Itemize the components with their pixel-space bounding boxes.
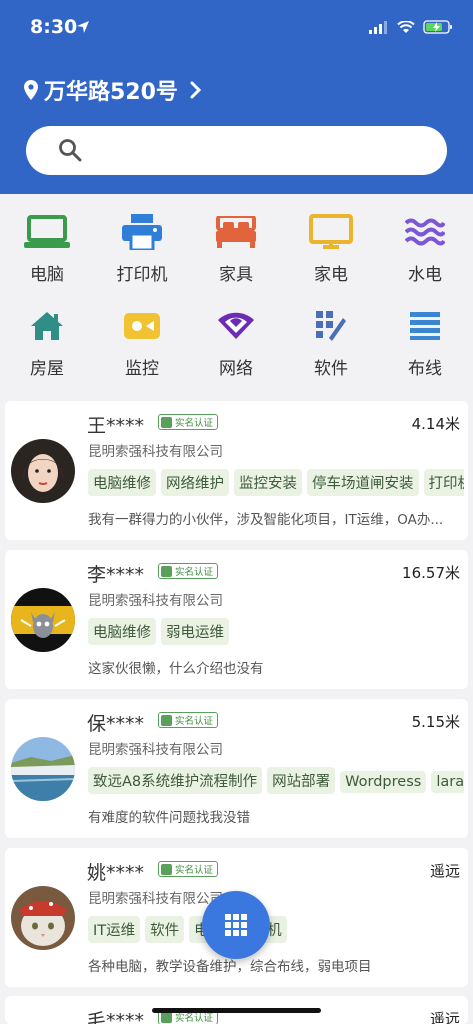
wifi-status-icon — [397, 20, 415, 33]
category-label: 网络 — [219, 359, 253, 379]
cellular-signal-icon — [369, 20, 387, 34]
category-label: 打印机 — [116, 265, 168, 285]
category-label: 软件 — [314, 359, 348, 379]
provider-name: 姚**** — [87, 862, 145, 884]
category-label: 布线 — [408, 359, 442, 379]
provider-distance: 遥远 — [429, 862, 460, 880]
avatar — [11, 886, 75, 950]
provider-description: 这家伙很懒，什么介绍也没有 — [88, 661, 264, 677]
category-label: 家具 — [219, 265, 253, 285]
provider-description: 我有一群得力的小伙伴，涉及智能化项目，IT运维，OA办... — [88, 512, 444, 528]
avatar — [11, 737, 75, 801]
skill-tag: IT运维 — [88, 916, 141, 943]
search-bar[interactable] — [26, 126, 447, 175]
category-label: 房屋 — [30, 359, 64, 379]
provider-card[interactable]: 李**** 实名认证 16.57米 昆明索强科技有限公司 电脑维修 弱电运维 这家… — [5, 550, 468, 689]
category-appliances[interactable]: 家电 — [284, 212, 378, 285]
chevron-right-icon — [190, 81, 202, 99]
water-icon — [405, 218, 445, 246]
category-software[interactable]: 软件 — [284, 306, 378, 379]
printer-icon — [122, 214, 162, 250]
status-time: 8:30 — [30, 16, 78, 38]
skill-tags: 电脑维修网络维护监控安装停车场道闸安装打印机 — [88, 469, 464, 497]
id-card-icon — [161, 565, 172, 577]
provider-company: 昆明索强科技有限公司 — [88, 444, 223, 460]
map-pin-icon — [24, 80, 38, 100]
provider-distance: 5.15米 — [411, 713, 460, 731]
house-icon — [31, 312, 63, 340]
home-indicator[interactable] — [152, 1008, 321, 1013]
wifi-icon — [218, 312, 254, 339]
category-house[interactable]: 房屋 — [0, 306, 94, 379]
id-card-icon — [161, 1011, 172, 1023]
provider-distance: 4.14米 — [411, 415, 460, 433]
id-card-icon — [161, 863, 172, 875]
provider-name: 王**** — [87, 415, 145, 437]
location-selector[interactable]: 万华路520号 — [24, 74, 202, 106]
provider-card[interactable]: 王**** 实名认证 4.14米 昆明索强科技有限公司 电脑维修 网络维护 监控安装… — [5, 401, 468, 540]
skill-tag: 监控安装 — [234, 469, 302, 496]
category-label: 家电 — [314, 265, 348, 285]
skill-tag: 电脑维修 — [88, 618, 156, 645]
provider-company: 昆明索强科技有限公司 — [88, 891, 223, 907]
tv-icon — [309, 214, 353, 249]
provider-description: 各种电脑，教学设备维护，综合布线，弱电项目 — [88, 959, 372, 975]
skill-tag: 网站部署 — [267, 767, 336, 794]
skill-tags: 致远A8系统维护流程制作网站部署Wordpresslaravel — [88, 767, 464, 795]
verified-badge: 实名认证 — [158, 712, 219, 728]
software-icon — [316, 311, 346, 341]
search-icon — [59, 139, 82, 162]
grid-icon — [225, 914, 247, 936]
skill-tag: 电脑维修 — [88, 469, 156, 496]
skill-tag: 软件 — [145, 916, 185, 943]
provider-distance: 16.57米 — [402, 564, 460, 582]
bed-icon — [216, 216, 256, 248]
skill-tags: IT运维软件电脑打印机 — [88, 916, 464, 944]
current-address: 万华路520号 — [44, 80, 178, 105]
provider-name: 保**** — [87, 713, 145, 735]
category-water-electric[interactable]: 水电 — [378, 212, 472, 285]
category-printer[interactable]: 打印机 — [95, 212, 189, 285]
provider-distance: 遥远 — [429, 1010, 460, 1024]
provider-name: 毛**** — [87, 1010, 145, 1024]
laptop-icon — [24, 215, 70, 248]
provider-description: 有难度的软件问题找我没错 — [88, 810, 250, 826]
verified-badge: 实名认证 — [158, 414, 219, 430]
provider-company: 昆明索强科技有限公司 — [88, 742, 223, 758]
id-card-icon — [161, 714, 172, 726]
category-computer[interactable]: 电脑 — [0, 212, 94, 285]
battery-charging-icon — [423, 20, 452, 34]
category-cabling[interactable]: 布线 — [378, 306, 472, 379]
provider-company: 昆明索强科技有限公司 — [88, 593, 223, 609]
avatar — [11, 588, 75, 652]
category-surveillance[interactable]: 监控 — [95, 306, 189, 379]
cabling-icon — [410, 312, 440, 340]
app-header: 8:30 万华路520号 — [0, 0, 473, 194]
category-grid: 电脑 打印机 家具 家电 水电 房屋 监控 网络 软件 布线 — [0, 194, 473, 399]
status-bar: 8:30 — [0, 14, 473, 42]
skill-tag: 弱电运维 — [161, 618, 229, 645]
provider-name: 李**** — [87, 564, 145, 586]
categories-menu-button[interactable] — [202, 891, 270, 959]
skill-tag: laravel — [431, 771, 464, 793]
category-label: 水电 — [408, 265, 442, 285]
avatar — [11, 439, 75, 503]
skill-tag: 打印机 — [423, 469, 464, 496]
skill-tag: Wordpress — [340, 771, 427, 793]
provider-card[interactable]: 保**** 实名认证 5.15米 昆明索强科技有限公司 致远A8系统维护流程制作… — [5, 699, 468, 838]
verified-badge: 实名认证 — [158, 861, 219, 877]
skill-tags: 电脑维修 弱电运维 — [88, 618, 464, 646]
skill-tag: 网络维护 — [161, 469, 229, 496]
skill-tag: 致远A8系统维护流程制作 — [88, 767, 263, 794]
category-network[interactable]: 网络 — [189, 306, 283, 379]
camera-icon — [124, 313, 160, 339]
id-card-icon — [161, 416, 172, 428]
verified-badge: 实名认证 — [158, 563, 219, 579]
category-furniture[interactable]: 家具 — [189, 212, 283, 285]
location-arrow-icon — [77, 21, 89, 33]
category-label: 监控 — [125, 359, 159, 379]
skill-tag: 停车场道闸安装 — [307, 469, 419, 496]
category-label: 电脑 — [30, 265, 64, 285]
